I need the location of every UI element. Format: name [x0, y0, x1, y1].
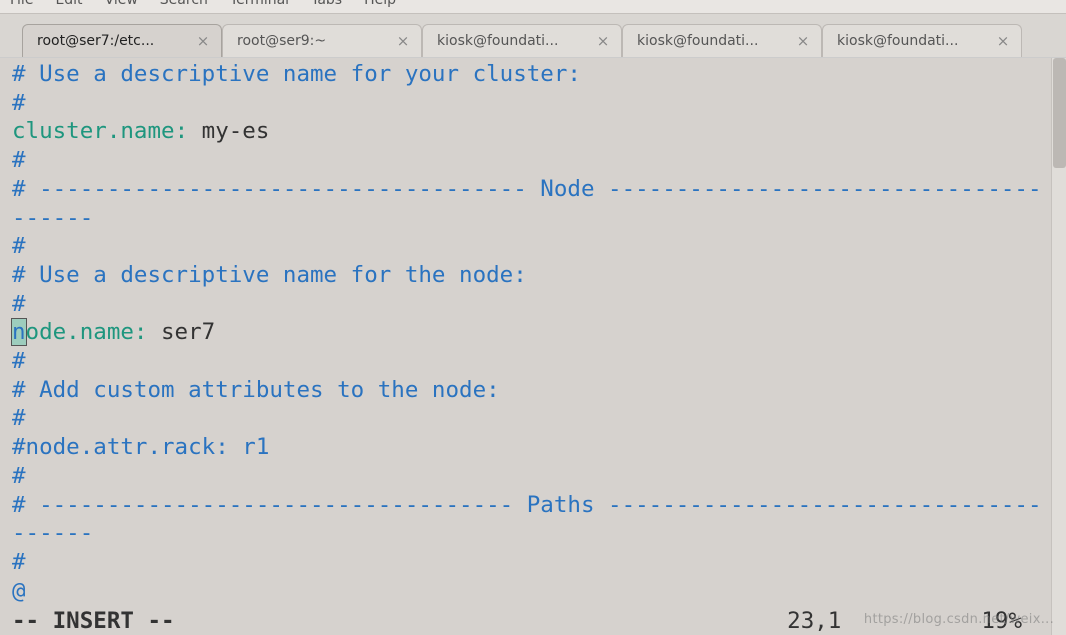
- tab-3[interactable]: kiosk@foundati... ×: [422, 24, 622, 57]
- tab-4[interactable]: kiosk@foundati... ×: [622, 24, 822, 57]
- vim-scroll-percent: 19%: [981, 608, 1022, 634]
- tab-label: kiosk@foundati...: [837, 33, 958, 49]
- menu-edit[interactable]: Edit: [55, 0, 82, 8]
- menu-terminal[interactable]: Terminal: [230, 0, 289, 8]
- vim-mode: -- INSERT --: [12, 608, 175, 634]
- tab-bar: root@ser7:/etc... × root@ser9:~ × kiosk@…: [0, 14, 1066, 58]
- tab-2[interactable]: root@ser9:~ ×: [222, 24, 422, 57]
- tab-5[interactable]: kiosk@foundati... ×: [822, 24, 1022, 57]
- vim-cursor-position: 23,1: [787, 608, 841, 634]
- terminal-content[interactable]: # Use a descriptive name for your cluste…: [0, 58, 1050, 635]
- close-icon[interactable]: ×: [595, 32, 611, 50]
- tab-label: kiosk@foundati...: [637, 33, 758, 49]
- tab-label: root@ser9:~: [237, 33, 326, 49]
- tab-1[interactable]: root@ser7:/etc... ×: [22, 24, 222, 57]
- scrollbar-thumb[interactable]: [1053, 58, 1066, 168]
- vim-status-line: -- INSERT -- 23,1 19%: [0, 606, 1050, 635]
- scrollbar[interactable]: [1051, 58, 1066, 635]
- close-icon[interactable]: ×: [995, 32, 1011, 50]
- menu-bar: File Edit View Search Terminal Tabs Help: [0, 0, 1066, 14]
- close-icon[interactable]: ×: [795, 32, 811, 50]
- menu-help[interactable]: Help: [364, 0, 396, 8]
- terminal-area: # Use a descriptive name for your cluste…: [0, 58, 1066, 635]
- tab-label: root@ser7:/etc...: [37, 33, 154, 49]
- menu-tabs[interactable]: Tabs: [311, 0, 342, 8]
- menu-file[interactable]: File: [10, 0, 33, 8]
- menu-view[interactable]: View: [105, 0, 138, 8]
- tab-label: kiosk@foundati...: [437, 33, 558, 49]
- menu-search[interactable]: Search: [160, 0, 208, 8]
- close-icon[interactable]: ×: [395, 32, 411, 50]
- close-icon[interactable]: ×: [195, 32, 211, 50]
